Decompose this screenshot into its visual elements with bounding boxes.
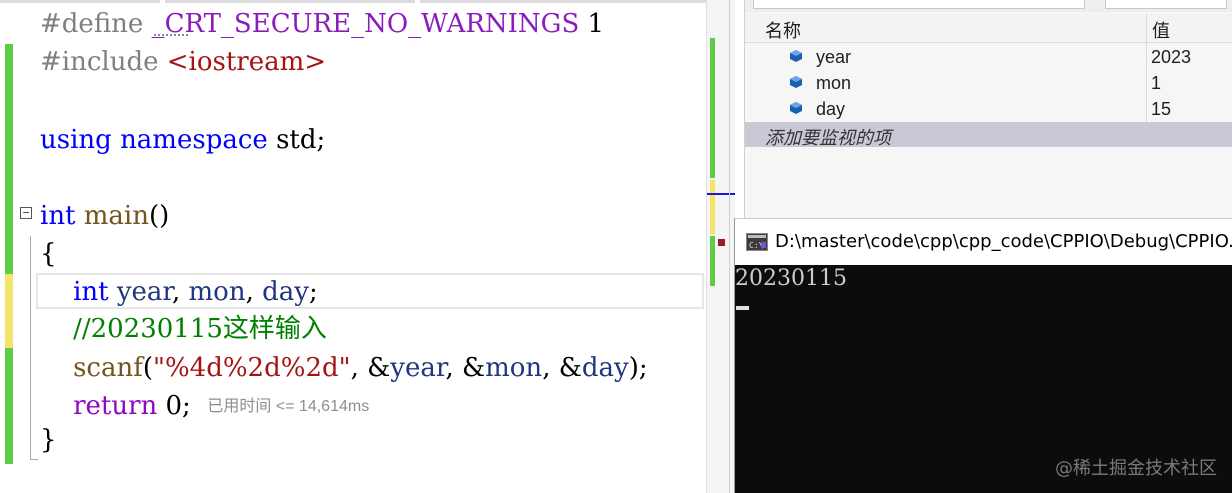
var-year: year (116, 277, 172, 307)
macro-value: 1 (587, 9, 605, 39)
watch-row-value[interactable]: 1 (1151, 73, 1161, 94)
arg-separator: , & (542, 353, 582, 383)
change-bar-unsaved (5, 274, 13, 348)
collapse-icon[interactable]: − (20, 207, 32, 219)
console-titlebar[interactable]: C:\ D:\master\code\cpp\cpp_code\CPPIO\De… (735, 218, 1232, 265)
watch-row-value[interactable]: 2023 (1151, 47, 1191, 68)
watch-row[interactable]: year 2023 (745, 44, 1232, 70)
code-line-7[interactable]: { (40, 235, 57, 273)
watch-window[interactable]: 名称 值 year 2023 mon 1 day 15 添加要监视的项 (744, 0, 1232, 218)
console-cursor (736, 306, 749, 310)
directive-include: #include (40, 47, 159, 77)
watch-row-name: year (816, 47, 852, 67)
watch-row-value[interactable]: 15 (1151, 99, 1171, 120)
keyword-using: using (40, 125, 112, 155)
close-brace: } (40, 425, 57, 455)
editor-tab-strip (0, 0, 706, 4)
watch-row[interactable]: mon 1 (745, 70, 1232, 96)
variable-cube-icon (790, 76, 802, 88)
function-main: main (83, 201, 149, 231)
scrollbar-overview-margin[interactable] (706, 0, 735, 493)
separator: , (245, 277, 263, 307)
keyword-return: return (73, 391, 158, 421)
overview-caret-marker (707, 193, 735, 195)
separator: , (172, 277, 189, 307)
console-output: 20230115 (735, 266, 847, 291)
macro-crt-secure[interactable]: _CRT_SECURE_NO_WARNINGS (152, 9, 580, 39)
watch-toolbar (745, 0, 1232, 12)
arg-year: year (390, 353, 446, 383)
console-app-icon: C:\ (746, 233, 768, 251)
var-mon: mon (188, 277, 246, 307)
perf-tip-elapsed[interactable]: 已用时间 <= 14,614ms (207, 398, 369, 415)
arg-separator: , & (445, 353, 486, 383)
comment: //20230115这样输入 (73, 314, 327, 344)
variable-cube-icon (790, 50, 802, 62)
change-bar-saved (5, 44, 13, 274)
code-line-11[interactable]: return 0; 已用时间 <= 14,614ms (40, 387, 369, 425)
arg-day: day (581, 353, 629, 383)
watch-row[interactable]: day 15 (745, 96, 1232, 122)
console-title: D:\master\code\cpp\cpp_code\CPPIO\Debug\… (775, 231, 1232, 252)
keyword-int-decl: int (73, 277, 109, 307)
return-value: 0; (165, 391, 191, 421)
scope-guide-line (30, 236, 31, 460)
namespace-std: std; (276, 125, 326, 155)
quick-action-dots (153, 32, 188, 36)
var-day: day (262, 277, 309, 307)
format-string: "%4d%2d%2d" (153, 353, 351, 383)
overview-change-yellow (710, 180, 715, 234)
directive-define: #define (40, 9, 144, 39)
add-watch-placeholder: 添加要监视的项 (765, 128, 891, 148)
code-line-12[interactable]: } (40, 421, 57, 459)
code-line-6[interactable]: int main() (40, 197, 169, 235)
overview-change-green-lower (710, 236, 715, 286)
close-paren: ); (628, 353, 648, 383)
change-bar-saved-lower (5, 348, 13, 464)
keyword-namespace: namespace (120, 125, 268, 155)
function-scanf: scanf (73, 353, 143, 383)
paren: ( (142, 353, 153, 383)
code-line-4[interactable]: using namespace std; (40, 121, 325, 159)
open-brace: { (40, 239, 57, 269)
variable-cube-icon (790, 102, 802, 114)
code-editor[interactable]: − #define _CRT_SECURE_NO_WARNINGS 1 #inc… (0, 0, 710, 493)
code-line-10[interactable]: scanf("%4d%2d%2d", &year, &mon, &day); (40, 349, 648, 387)
watch-row-name: mon (816, 73, 852, 93)
include-header: <iostream> (166, 47, 327, 77)
console-window[interactable]: C:\ D:\master\code\cpp\cpp_code\CPPIO\De… (734, 218, 1232, 493)
arg-separator: , & (350, 353, 391, 383)
code-line-8[interactable]: int year, mon, day; (40, 273, 318, 311)
column-header-value[interactable]: 值 (1152, 17, 1170, 43)
scope-guide-end (30, 459, 38, 460)
watch-search-box[interactable] (753, 0, 1085, 9)
macro-name: _CRT_SECURE_NO_WARNINGS (151, 9, 580, 39)
watch-search-depth[interactable] (1105, 0, 1227, 9)
code-line-2[interactable]: #include <iostream> (40, 43, 326, 81)
main-parens: () (149, 201, 170, 231)
watch-header: 名称 值 (745, 14, 1232, 43)
breakpoint-marker-icon (718, 239, 725, 246)
overview-ruler (729, 0, 730, 493)
overview-change-green (710, 38, 715, 178)
watermark-text: @稀土掘金技术社区 (1055, 458, 1217, 479)
keyword-int: int (40, 201, 76, 231)
add-watch-item-row[interactable]: 添加要监视的项 (745, 122, 1232, 148)
semicolon: ; (308, 277, 318, 307)
arg-mon: mon (485, 353, 543, 383)
code-line-1[interactable]: #define _CRT_SECURE_NO_WARNINGS 1 (40, 5, 604, 43)
column-header-name[interactable]: 名称 (765, 17, 801, 43)
watch-row-name: day (816, 99, 846, 119)
code-line-9[interactable]: //20230115这样输入 (40, 310, 327, 348)
